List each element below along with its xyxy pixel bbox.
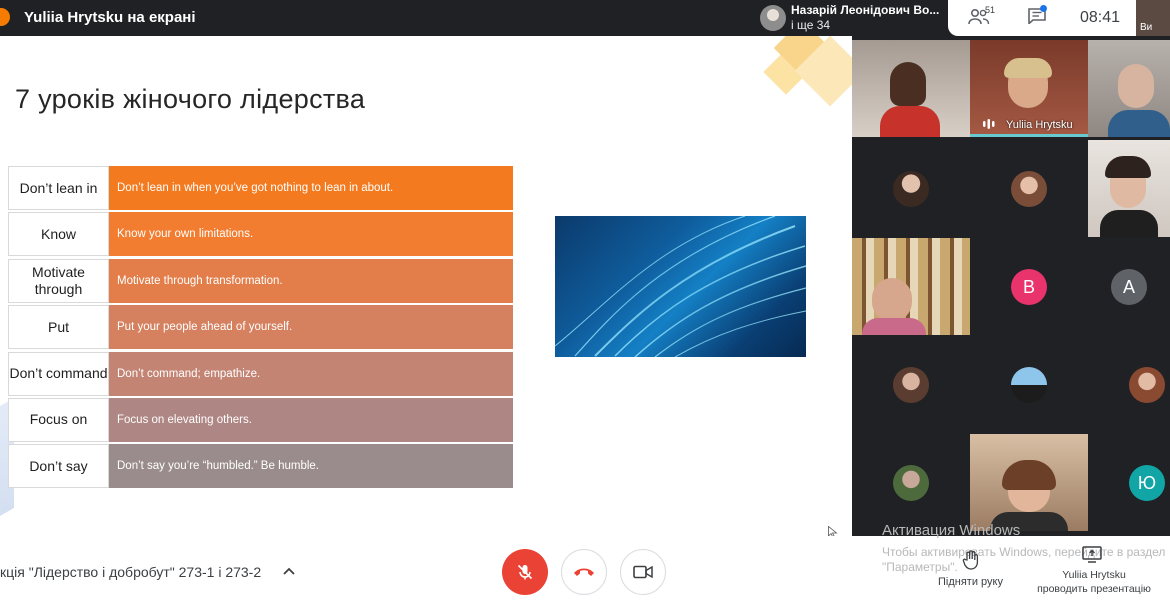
lesson-text: Don’t command; empathize.	[109, 351, 513, 396]
participant-tile[interactable]: Ю	[1088, 434, 1170, 531]
windows-activation-text: Чтобы активировать Windows, перейдите в …	[882, 545, 1166, 559]
participant-avatar	[893, 367, 929, 403]
participant-tile[interactable]	[1088, 40, 1170, 137]
participant-tile[interactable]	[1088, 140, 1170, 237]
participant-tile[interactable]	[1088, 336, 1170, 433]
presentation-slide: 7 уроків жіночого лідерства Don’t lean i…	[0, 36, 852, 536]
participant-avatar	[893, 465, 929, 501]
lessons-table: Don’t lean in Don’t lean in when you’ve g…	[8, 166, 513, 491]
lesson-key: Motivate through	[8, 258, 109, 303]
participant-letter-avatar: А	[1111, 269, 1147, 305]
active-speaker-border	[970, 134, 1088, 137]
lesson-text: Put your people ahead of yourself.	[109, 305, 513, 350]
lesson-row: Don’t command Don’t command; empathize.	[8, 351, 513, 396]
mic-toggle-button[interactable]	[502, 549, 548, 595]
windows-activation-text: "Параметры".	[882, 560, 958, 574]
lesson-key: Put	[8, 305, 109, 350]
lesson-text: Know your own limitations.	[109, 212, 513, 257]
chat-unread-dot	[1040, 5, 1047, 12]
participant-tile[interactable]	[852, 140, 970, 237]
presenter-name: Yuliia Hrytsku	[1062, 569, 1126, 581]
chevron-up-icon[interactable]	[282, 564, 296, 578]
participant-video	[1108, 110, 1170, 137]
participant-video	[1118, 64, 1154, 108]
participant-avatar	[893, 171, 929, 207]
windows-activation-title: Активация Windows	[882, 522, 1021, 539]
present-screen-icon[interactable]	[1082, 546, 1102, 563]
participant-video	[1004, 58, 1052, 78]
participant-video	[1100, 210, 1158, 237]
participant-video	[890, 62, 926, 106]
participant-avatar	[1011, 367, 1047, 403]
participant-tile-active-speaker[interactable]: Yuliia Hrytsku	[970, 40, 1088, 137]
lesson-key: Don’t lean in	[8, 166, 109, 210]
leave-call-button[interactable]	[561, 549, 607, 595]
meeting-name[interactable]: кція "Лідерство і добробут" 273-1 і 273-…	[0, 564, 261, 580]
lesson-text: Don’t say you’re “humbled.” Be humble.	[109, 444, 513, 489]
clock: 08:41	[1080, 9, 1121, 26]
participant-letter-avatar: Ю	[1129, 465, 1165, 501]
lesson-row: Don’t say Don’t say you’re “humbled.” Be …	[8, 444, 513, 489]
feather-graphic	[555, 216, 806, 357]
self-view-thumbnail[interactable]: Ви	[1136, 0, 1170, 36]
join-notification[interactable]: Назарій Леонідович Во... і ще 34	[754, 0, 944, 36]
mic-off-icon	[517, 564, 533, 580]
lesson-text: Motivate through transformation.	[109, 258, 513, 303]
mouse-cursor-icon	[828, 526, 838, 536]
participant-tile[interactable]	[852, 40, 970, 137]
top-bar: Yuliia Hrytsku на екрані Назарій Леонідо…	[0, 0, 1170, 36]
presenter-status[interactable]: Yuliia Hrytsku проводить презентацію	[1026, 568, 1162, 596]
notification-avatar	[760, 5, 786, 31]
participant-tile[interactable]: А	[1088, 238, 1170, 335]
raise-hand-icon[interactable]	[962, 550, 980, 570]
lesson-row: Put Put your people ahead of yourself.	[8, 305, 513, 350]
hang-up-icon	[574, 568, 594, 576]
presenting-indicator	[0, 8, 10, 26]
lesson-key: Know	[8, 212, 109, 257]
participant-tile[interactable]	[970, 336, 1088, 433]
lesson-text: Don’t lean in when you’ve got nothing to…	[109, 166, 513, 210]
speaking-indicator-icon	[983, 119, 995, 129]
participant-video	[862, 318, 926, 335]
participant-tile[interactable]	[852, 434, 970, 531]
lesson-row: Know Know your own limitations.	[8, 212, 513, 257]
slide-title: 7 уроків жіночого лідерства	[15, 84, 366, 114]
lesson-key: Don’t say	[8, 444, 109, 489]
participant-grid: Yuliia Hrytsku В А Ю	[852, 36, 1170, 536]
participant-tile[interactable]	[970, 140, 1088, 237]
participant-tile[interactable]: В	[970, 238, 1088, 335]
slide-image	[555, 216, 806, 357]
camera-toggle-button[interactable]	[620, 549, 666, 595]
camera-icon	[633, 565, 653, 579]
raise-hand-label[interactable]: Підняти руку	[938, 576, 1003, 588]
participant-video	[872, 278, 912, 322]
notification-more: і ще 34	[791, 18, 831, 32]
presenter-status-text: проводить презентацію	[1037, 583, 1151, 595]
participant-avatar	[1011, 171, 1047, 207]
participant-video	[1105, 156, 1151, 178]
participant-letter-avatar: В	[1011, 269, 1047, 305]
participant-tile[interactable]	[852, 336, 970, 433]
lesson-text: Focus on elevating others.	[109, 397, 513, 442]
participant-tile[interactable]	[970, 434, 1088, 531]
people-count: 51	[985, 5, 996, 15]
self-label: Ви	[1140, 22, 1153, 33]
notification-name: Назарій Леонідович Во...	[791, 3, 940, 17]
meet-window: Yuliia Hrytsku на екрані Назарій Леонідо…	[0, 0, 1170, 600]
lesson-row: Don’t lean in Don’t lean in when you’ve g…	[8, 166, 513, 210]
participant-video	[880, 106, 940, 137]
participant-name: Yuliia Hrytsku	[1006, 119, 1073, 131]
lesson-row: Focus on Focus on elevating others.	[8, 397, 513, 442]
participant-avatar	[1129, 367, 1165, 403]
bottom-control-bar: кція "Лідерство і добробут" 273-1 і 273-…	[0, 522, 1170, 600]
participant-tile[interactable]	[852, 238, 970, 335]
meeting-info-panel: 51 08:41	[948, 0, 1136, 36]
lesson-key: Focus on	[8, 397, 109, 442]
lesson-row: Motivate through Motivate through transfo…	[8, 258, 513, 303]
presenting-title: Yuliia Hrytsku на екрані	[24, 9, 196, 26]
participant-video	[1002, 460, 1056, 490]
lesson-key: Don’t command	[8, 351, 109, 396]
